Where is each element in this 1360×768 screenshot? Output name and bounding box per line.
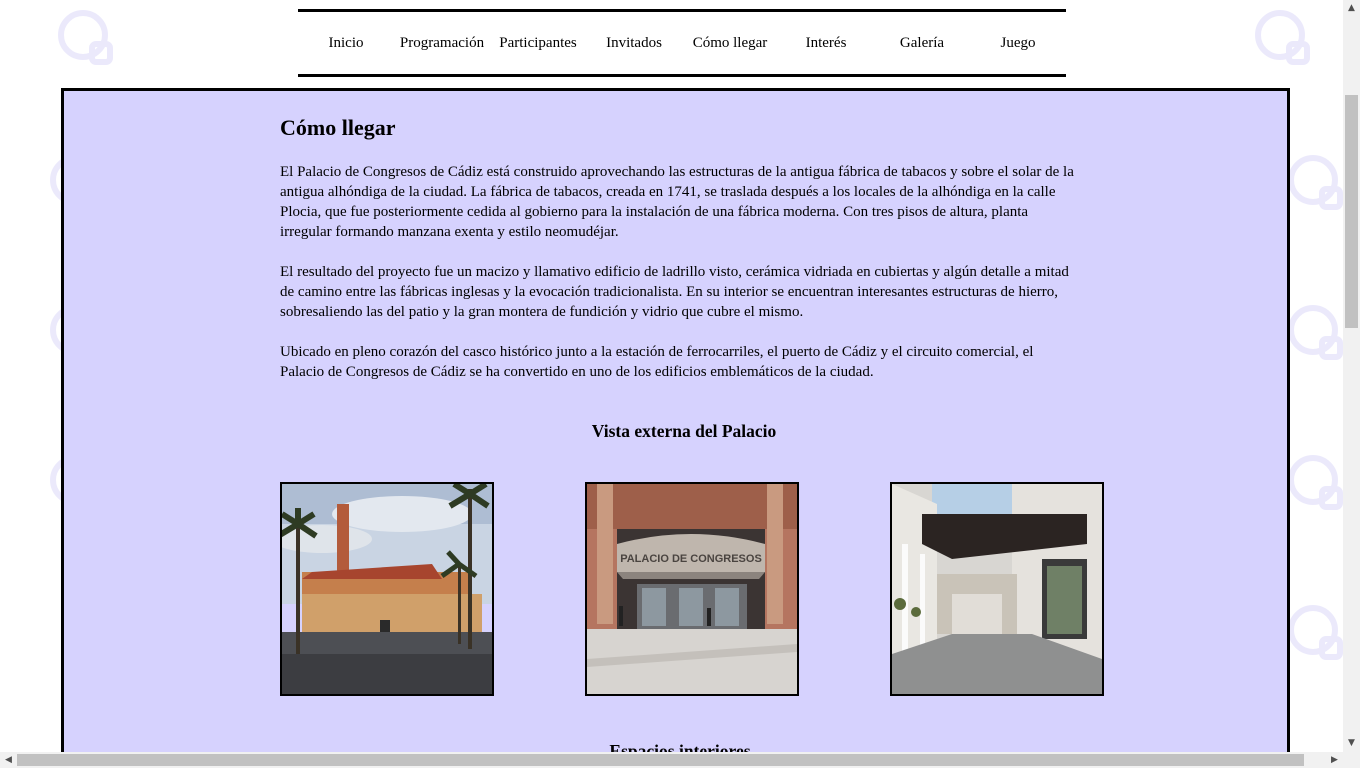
watermark-icon — [58, 10, 113, 65]
section-heading-interior: Espacios interiores — [609, 741, 751, 752]
scroll-right-arrow-icon[interactable]: ▶ — [1326, 752, 1343, 768]
nav-item-programacion[interactable]: Programación — [394, 35, 490, 52]
page-title: Cómo llegar — [280, 115, 396, 140]
vertical-scrollbar[interactable]: ▲ ▼ — [1343, 0, 1360, 752]
section-heading-external: Vista externa del Palacio — [591, 421, 777, 441]
horizontal-scroll-thumb[interactable] — [17, 754, 1304, 766]
content-column: Cómo llegar El Palacio de Congresos de C… — [280, 91, 1104, 752]
scroll-left-arrow-icon[interactable]: ◀ — [0, 752, 17, 768]
photo-exterior-entrance-image: PALACIO DE CONGRESOS — [587, 484, 797, 694]
scroll-down-arrow-icon[interactable]: ▼ — [1343, 735, 1360, 752]
photo-exterior-entrance[interactable]: PALACIO DE CONGRESOS — [585, 482, 799, 696]
page-viewport: Inicio Programación Participantes Invita… — [0, 0, 1343, 752]
vertical-scroll-thumb[interactable] — [1345, 95, 1358, 328]
scroll-up-arrow-icon[interactable]: ▲ — [1343, 0, 1360, 17]
watermark-icon — [1255, 10, 1310, 65]
nav-item-inicio[interactable]: Inicio — [298, 35, 394, 52]
paragraph: El Palacio de Congresos de Cádiz está co… — [280, 164, 1074, 240]
nav-item-interes[interactable]: Interés — [778, 35, 874, 52]
main-nav: Inicio Programación Participantes Invita… — [298, 9, 1066, 77]
content-panel: Cómo llegar El Palacio de Congresos de C… — [61, 88, 1290, 752]
photo-exterior-palms[interactable] — [280, 482, 494, 696]
photo-exterior-palms-image — [282, 484, 492, 694]
horizontal-scrollbar[interactable]: ◀ ▶ — [0, 752, 1343, 768]
paragraph: El resultado del proyecto fue un macizo … — [280, 264, 1069, 320]
paragraph: Ubicado en pleno corazón del casco histó… — [280, 344, 1034, 380]
photo-exterior-passage[interactable] — [890, 482, 1104, 696]
svg-text:PALACIO DE CONGRESOS: PALACIO DE CONGRESOS — [620, 553, 762, 565]
nav-item-invitados[interactable]: Invitados — [586, 35, 682, 52]
nav-item-galeria[interactable]: Galería — [874, 35, 970, 52]
nav-item-juego[interactable]: Juego — [970, 35, 1066, 52]
nav-item-participantes[interactable]: Participantes — [490, 35, 586, 52]
photo-exterior-passage-image — [892, 484, 1102, 694]
scrollbar-corner — [1343, 752, 1360, 768]
nav-item-como-llegar[interactable]: Cómo llegar — [682, 35, 778, 52]
